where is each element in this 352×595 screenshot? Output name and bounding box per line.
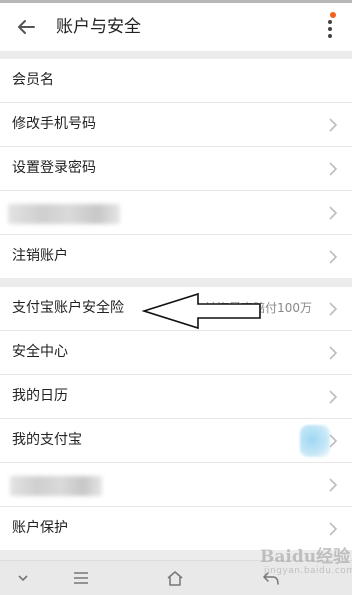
watermark-subtext: jingyan.baidu.com [264,566,352,576]
list-item-set-password[interactable]: 设置登录密码 [0,147,352,191]
list-item-label: 账户保护 [12,520,68,536]
home-icon[interactable] [166,569,184,587]
annotation-arrow-icon [142,292,261,330]
list-item-label: 安全中心 [12,344,68,360]
list-item-my-alipay[interactable]: 我的支付宝 [0,419,352,463]
list-item-member-name[interactable]: 会员名 [0,59,352,103]
chevron-right-icon [329,118,338,132]
list-item-change-phone[interactable]: 修改手机号码 [0,103,352,147]
list-item-redacted[interactable] [0,463,352,507]
list-item-security-center[interactable]: 安全中心 [0,331,352,375]
chevron-right-icon [329,346,338,360]
app-header: 账户与安全 [0,0,352,51]
list-item-label: 我的日历 [12,388,68,404]
list-item-my-calendar[interactable]: 我的日历 [0,375,352,419]
chevron-down-icon[interactable] [14,569,32,587]
list-item-label: 设置登录密码 [12,160,96,176]
chevron-right-icon [329,206,338,220]
list-item-close-account[interactable]: 注销账户 [0,235,352,278]
list-item-label: 修改手机号码 [12,116,96,132]
chevron-right-icon [329,162,338,176]
chevron-right-icon [329,250,338,264]
list-item-label: 我的支付宝 [12,432,82,448]
list-item-redacted[interactable] [0,191,352,235]
redacted-text [8,204,120,224]
chevron-right-icon [329,434,338,448]
notification-dot [330,12,336,18]
watermark-text: Baidu经验 [260,547,351,567]
chevron-right-icon [329,478,338,492]
menu-icon[interactable] [72,569,90,587]
list-item-label: 支付宝账户安全险 [12,300,124,316]
more-vertical-icon[interactable] [322,13,338,43]
list-item-label: 注销账户 [12,248,68,264]
alipay-icon [300,425,330,457]
account-settings-group: 会员名 修改手机号码 设置登录密码 注销账户 [0,59,352,278]
chevron-right-icon [329,302,338,316]
arrow-left-icon[interactable] [14,15,38,39]
chevron-right-icon [329,522,338,536]
chevron-right-icon [329,390,338,404]
baidu-watermark: Baidu经验 jingyan.baidu.com [238,540,352,588]
page-title: 账户与安全 [56,17,141,37]
list-item-label: 会员名 [12,72,54,88]
redacted-text [10,476,102,496]
